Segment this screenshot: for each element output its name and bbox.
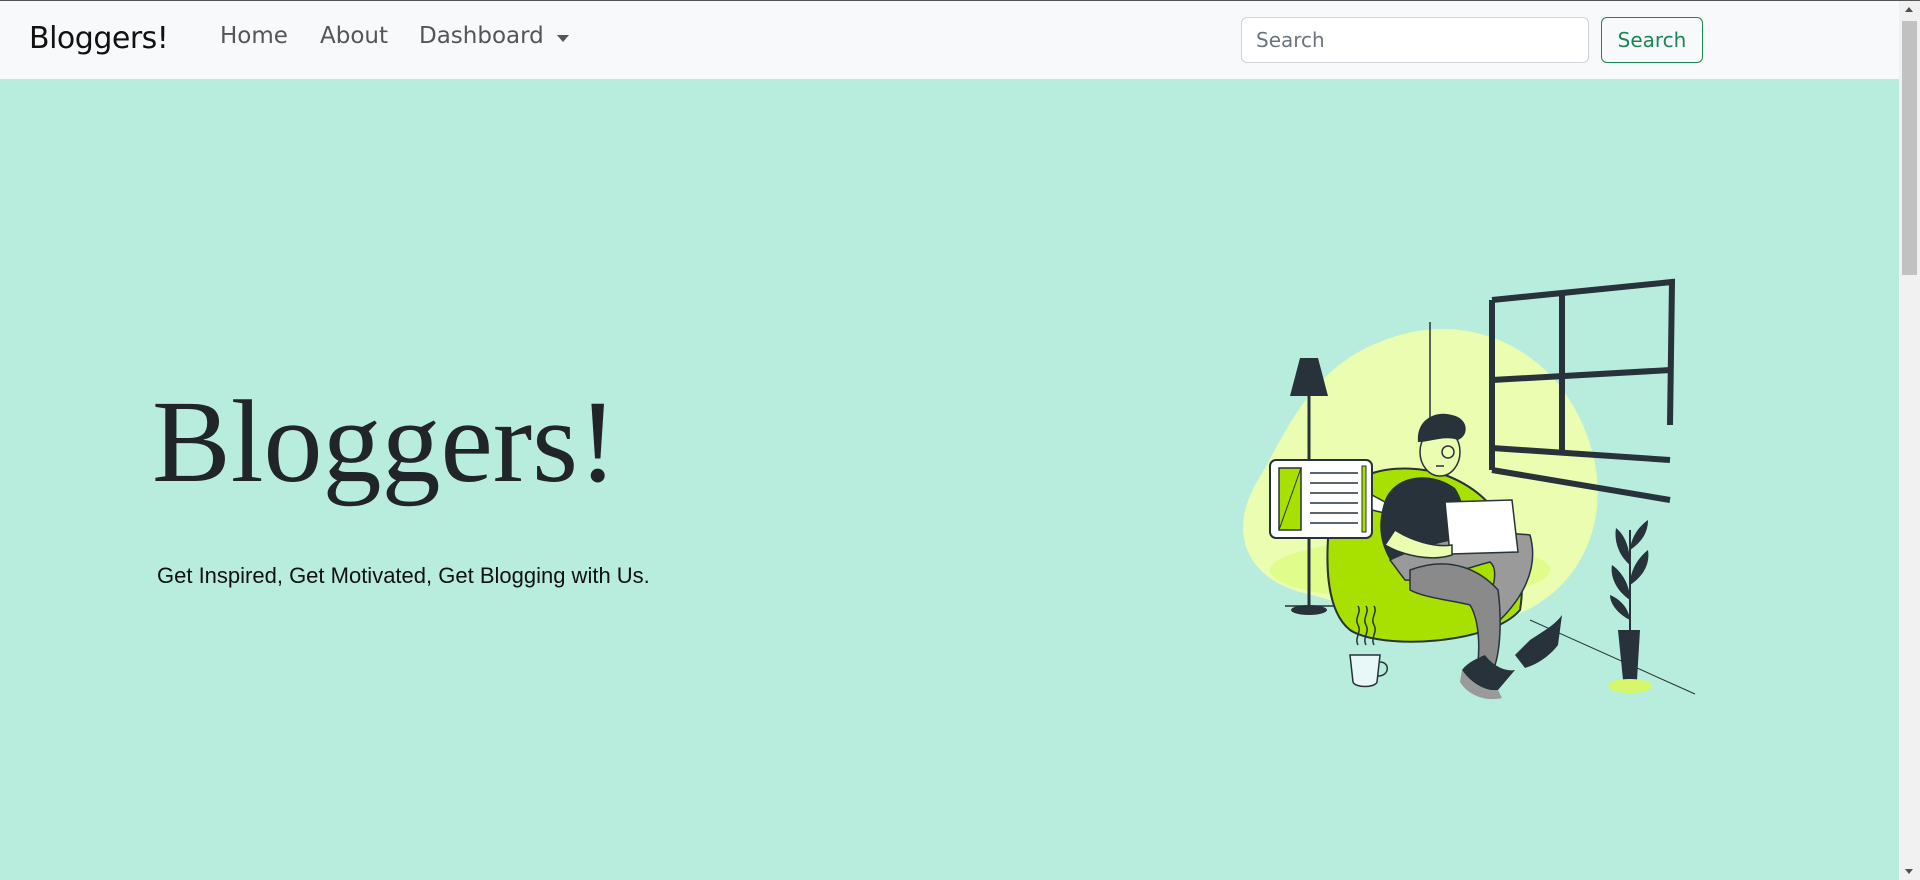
vertical-scrollbar[interactable] bbox=[1899, 1, 1920, 880]
scroll-down-arrow-icon[interactable] bbox=[1905, 869, 1913, 874]
navbar: Bloggers! Home About Dashboard Search bbox=[0, 1, 1899, 79]
dropdown-caret-icon[interactable] bbox=[557, 35, 569, 42]
nav-dashboard-dropdown[interactable]: Dashboard bbox=[419, 23, 544, 49]
potted-plant bbox=[1608, 520, 1652, 693]
hero-title: Bloggers! bbox=[152, 376, 618, 507]
search-input[interactable] bbox=[1241, 17, 1589, 63]
nav-home-link[interactable]: Home bbox=[220, 23, 288, 49]
brand-logo[interactable]: Bloggers! bbox=[29, 21, 169, 56]
hero-subtitle: Get Inspired, Get Motivated, Get Bloggin… bbox=[157, 563, 650, 588]
scroll-up-arrow-icon[interactable] bbox=[1905, 7, 1913, 12]
blogger-illustration bbox=[1243, 278, 1696, 700]
scrollbar-thumb[interactable] bbox=[1902, 21, 1917, 275]
search-button[interactable]: Search bbox=[1601, 17, 1703, 63]
nav-about-link[interactable]: About bbox=[320, 23, 388, 49]
